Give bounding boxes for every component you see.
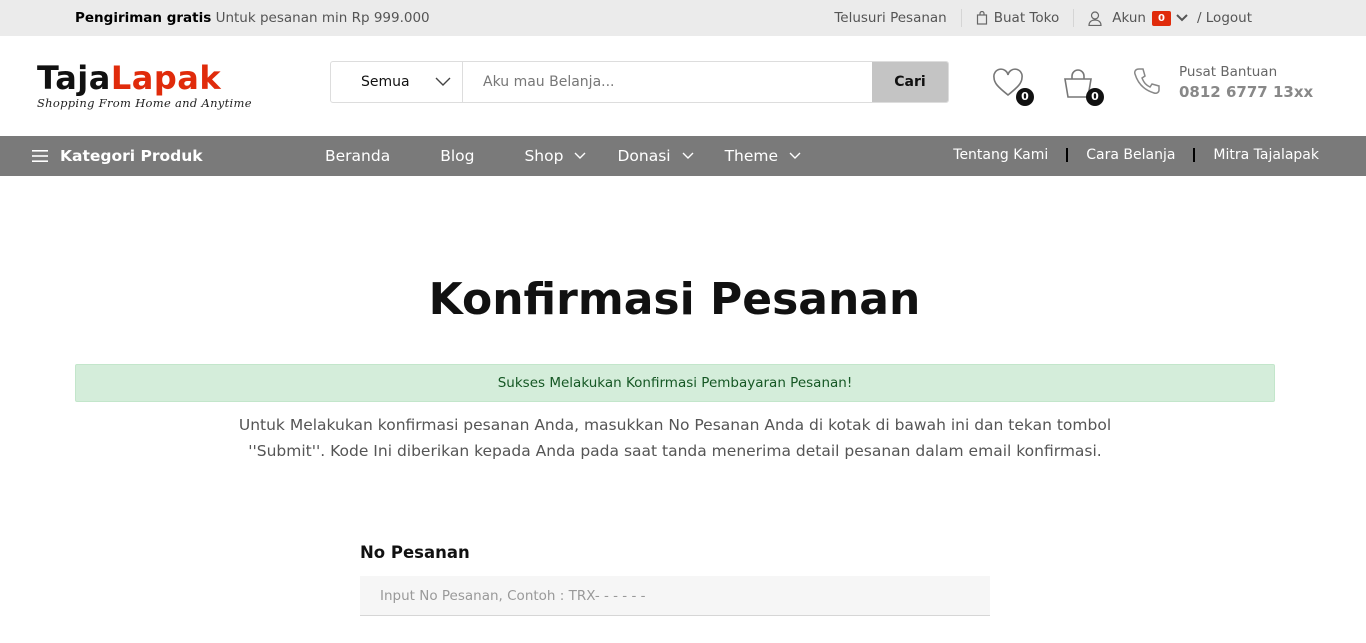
order-number-label: No Pesanan (360, 543, 470, 562)
chevron-down-icon (574, 152, 586, 159)
help-title: Pusat Bantuan (1179, 64, 1278, 80)
search-input[interactable] (463, 62, 872, 102)
shipping-bold: Pengiriman gratis (75, 10, 212, 26)
order-number-input[interactable] (360, 576, 990, 616)
cart-count: 0 (1086, 88, 1104, 106)
create-store-label: Buat Toko (993, 10, 1060, 26)
phone-icon (1134, 68, 1160, 94)
top-links: Telusuri Pesanan Buat Toko Akun 0 / Logo… (820, 9, 1266, 27)
wishlist-count: 0 (1016, 88, 1034, 106)
instructions-text: Untuk Melakukan konfirmasi pesanan Anda,… (238, 416, 1112, 460)
chevron-down-icon (682, 152, 694, 159)
help-phone: 0812 6777 13xx (1179, 83, 1314, 101)
nav-item-tentang-kami[interactable]: Tentang Kami (935, 148, 1069, 162)
categories-menu[interactable]: Kategori Produk (32, 147, 203, 165)
secondary-menu: Tentang Kami Cara Belanja Mitra Tajalapa… (935, 148, 1319, 162)
logo-dark-text: Taja (37, 59, 111, 97)
success-alert: Sukses Melakukan Konfirmasi Pembayaran P… (75, 364, 1275, 402)
nav-label: Theme (724, 147, 779, 165)
page-title: Konfirmasi Pesanan (428, 274, 921, 325)
chevron-down-icon[interactable] (1175, 13, 1189, 23)
nav-item-shop[interactable]: Shop (524, 147, 587, 165)
shipping-text: Untuk pesanan min Rp 999.000 (215, 10, 430, 26)
track-order-label: Telusuri Pesanan (834, 10, 947, 26)
nav-item-mitra-tajalapak[interactable]: Mitra Tajalapak (1195, 148, 1319, 162)
main-navigation: Kategori Produk Beranda Blog Shop Donasi… (0, 136, 1366, 176)
hamburger-icon (32, 150, 48, 162)
top-bar: Pengiriman gratis Untuk pesanan min Rp 9… (0, 0, 1366, 36)
nav-label: Donasi (617, 147, 671, 165)
nav-item-cara-belanja[interactable]: Cara Belanja (1068, 148, 1196, 162)
logo-red-text: Lapak (110, 59, 222, 97)
nav-label: Blog (440, 147, 475, 165)
track-order-link[interactable]: Telusuri Pesanan (820, 9, 962, 27)
search-bar: Semua Cari (330, 61, 949, 103)
create-store-link[interactable]: Buat Toko (962, 9, 1075, 27)
logo-tagline: Shopping From Home and Anytime (37, 96, 252, 110)
nav-label: Shop (524, 147, 564, 165)
account-badge: 0 (1151, 10, 1171, 26)
site-logo[interactable]: TajaLapak Shopping From Home and Anytime (37, 62, 277, 112)
user-icon (1088, 10, 1102, 26)
account-label: Akun (1112, 10, 1146, 26)
nav-item-theme[interactable]: Theme (725, 147, 802, 165)
chevron-down-icon (435, 77, 451, 86)
categories-label: Kategori Produk (60, 147, 203, 165)
chevron-down-icon (789, 152, 801, 159)
nav-label: Beranda (325, 147, 391, 165)
bag-icon (976, 11, 987, 25)
nav-item-blog[interactable]: Blog (440, 147, 474, 165)
logout-link[interactable]: / Logout (1197, 10, 1252, 26)
shipping-notice: Pengiriman gratis Untuk pesanan min Rp 9… (75, 10, 430, 26)
site-header: TajaLapak Shopping From Home and Anytime… (0, 36, 1366, 136)
search-category-value: Semua (361, 74, 410, 90)
nav-item-beranda[interactable]: Beranda (325, 147, 390, 165)
nav-item-donasi[interactable]: Donasi (617, 147, 694, 165)
cart-button[interactable]: 0 (1062, 68, 1104, 106)
account-menu[interactable]: Akun 0 / Logout (1074, 9, 1266, 27)
wishlist-button[interactable]: 0 (992, 68, 1034, 106)
logo-wordmark: TajaLapak (37, 62, 277, 94)
primary-menu: Beranda Blog Shop Donasi Theme (325, 147, 832, 165)
search-category-select[interactable]: Semua (331, 62, 463, 102)
search-button[interactable]: Cari (872, 62, 948, 102)
